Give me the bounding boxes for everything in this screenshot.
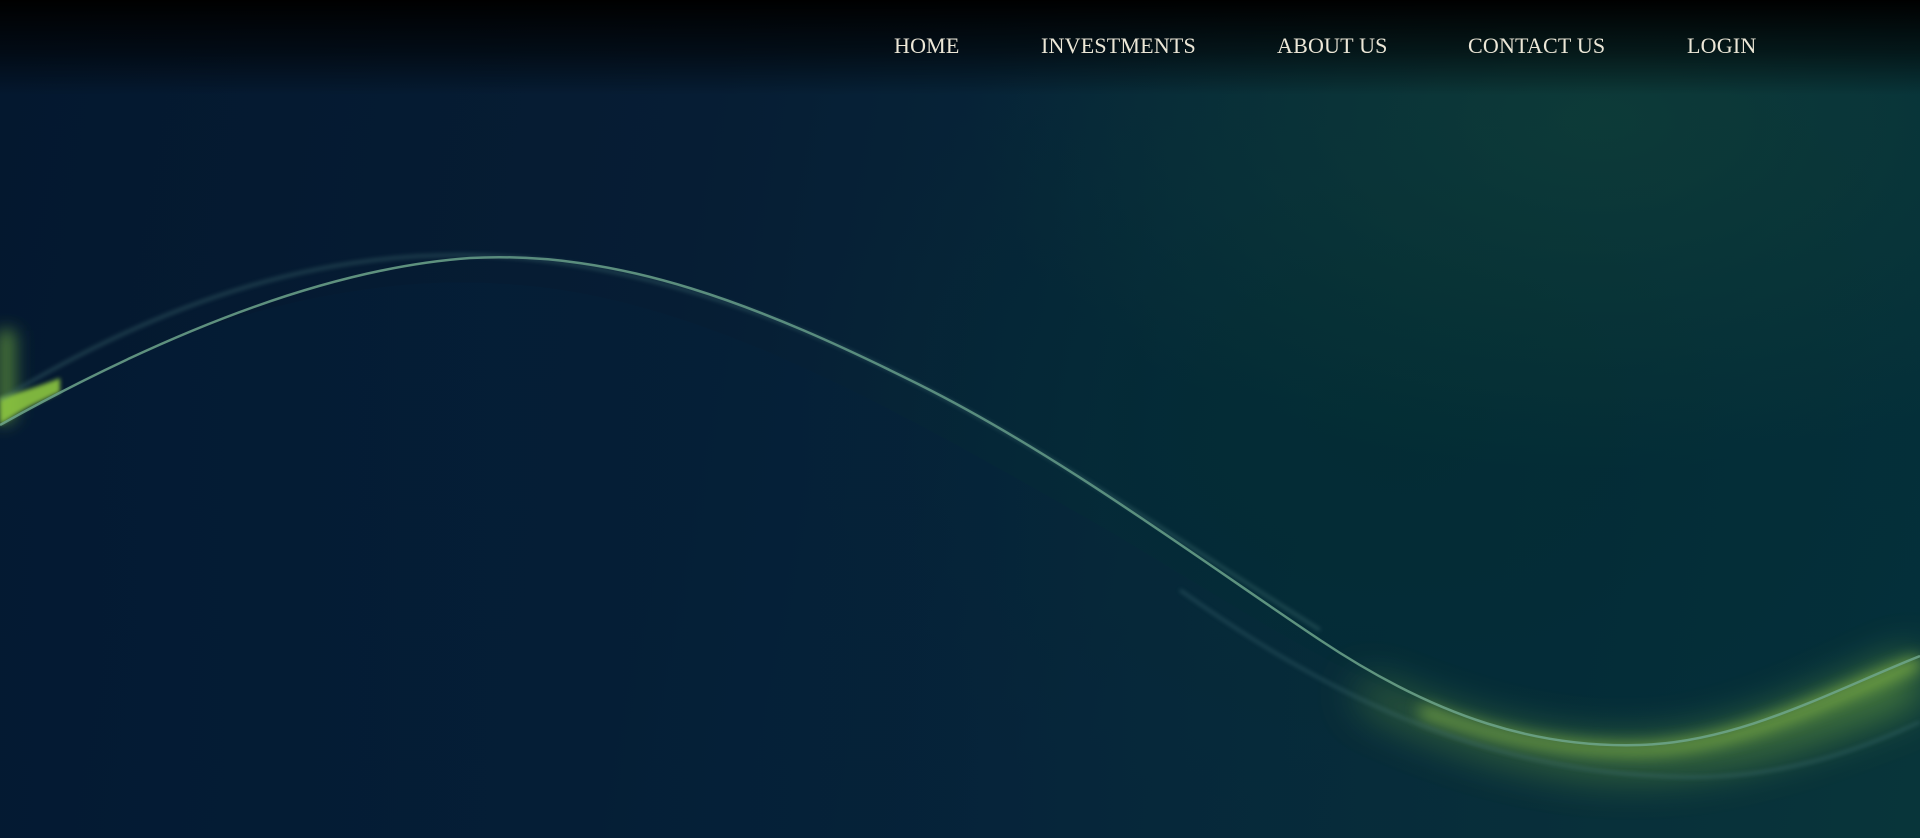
nav-link-contact-us[interactable]: CONTACT US bbox=[1468, 30, 1605, 62]
hero-wave-background bbox=[0, 253, 1920, 838]
nav-link-investments[interactable]: INVESTMENTS bbox=[1041, 30, 1196, 62]
landing-page: HOME INVESTMENTS ABOUT US CONTACT US LOG… bbox=[0, 0, 1920, 838]
nav-link-login[interactable]: LOGIN bbox=[1687, 30, 1756, 62]
nav-link-about-us[interactable]: ABOUT US bbox=[1277, 30, 1388, 62]
nav-link-home[interactable]: HOME bbox=[894, 30, 960, 62]
main-navigation: HOME INVESTMENTS ABOUT US CONTACT US LOG… bbox=[0, 30, 1920, 64]
